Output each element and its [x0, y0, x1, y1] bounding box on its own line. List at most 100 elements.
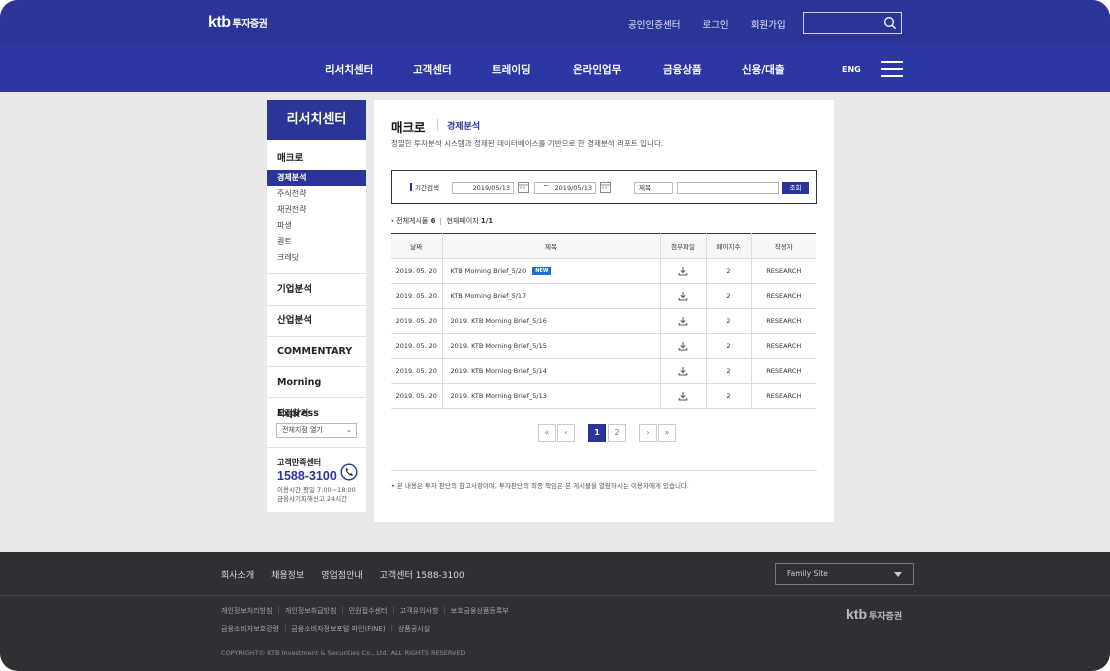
- table-row[interactable]: 2019. 05. 20 2019. KTB Morning Brief_5/14…: [391, 358, 816, 384]
- table-row[interactable]: 2019. 05. 20 2019. KTB Morning Brief_5/15…: [391, 333, 816, 359]
- nav-customer[interactable]: 고객센터: [413, 62, 452, 77]
- row-title: 2019. KTB Morning Brief_5/15: [450, 342, 547, 350]
- row-date: 2019. 05. 20: [391, 283, 442, 309]
- row-pages: 2: [705, 358, 751, 384]
- keyword-input[interactable]: [677, 182, 779, 194]
- logo-main: ktb: [208, 14, 231, 31]
- download-icon[interactable]: [678, 291, 688, 301]
- download-icon[interactable]: [678, 266, 688, 276]
- nav-trading[interactable]: 트레이딩: [492, 62, 531, 77]
- row-date: 2019. 05. 20: [391, 308, 442, 334]
- date-to-input[interactable]: 2019/05/13: [534, 182, 596, 194]
- policy-link[interactable]: 개인정보처리방침: [221, 606, 273, 616]
- calendar-icon[interactable]: [600, 181, 611, 193]
- row-pages: 2: [705, 258, 751, 284]
- sidebar-section-macro[interactable]: 매크로: [267, 140, 366, 164]
- policy-links-row2: 금융소비자보호강령 | 금융소비자정보포털 파인(FINE) | 상품공시실: [221, 624, 430, 634]
- family-site-select[interactable]: Family Site: [775, 563, 914, 585]
- row-title-link[interactable]: 2019. KTB Morning Brief_5/16: [441, 308, 660, 334]
- last-page-button[interactable]: »: [658, 424, 676, 442]
- lang-eng-link[interactable]: ENG: [842, 65, 861, 74]
- page-2-button[interactable]: 2: [608, 424, 626, 442]
- sidebar-item-company[interactable]: 기업분석: [267, 273, 366, 305]
- nav-research[interactable]: 리서치센터: [325, 62, 373, 77]
- nav-credit[interactable]: 신용/대출: [742, 62, 784, 77]
- table-row[interactable]: 2019. 05. 20 2019. KTB Morning Brief_5/13…: [391, 383, 816, 409]
- row-author: RESEARCH: [750, 358, 816, 384]
- hamburger-menu-icon[interactable]: [881, 61, 903, 77]
- policy-link[interactable]: 상품공시실: [398, 624, 430, 634]
- row-title-link[interactable]: KTB Morning Brief_5/20 NEW: [441, 258, 660, 284]
- row-title-link[interactable]: KTB Morning Brief_5/17: [441, 283, 660, 309]
- policy-link[interactable]: 보호금융상품등록부: [451, 606, 509, 616]
- col-author: 작성자: [750, 233, 816, 259]
- nav-online[interactable]: 온라인업무: [573, 62, 621, 77]
- current-page-label: 현재페이지: [446, 217, 479, 225]
- calendar-icon[interactable]: [518, 181, 529, 193]
- ktb-logo[interactable]: ktb 투자증권: [208, 14, 268, 32]
- sidebar-item-derivatives[interactable]: 파생: [267, 218, 366, 234]
- cert-center-link[interactable]: 공인인증센터: [628, 17, 680, 31]
- phone-icon: [340, 463, 358, 481]
- footer-link-careers[interactable]: 채용정보: [271, 568, 304, 581]
- sidebar-item-commentary[interactable]: COMMENTARY: [267, 336, 366, 366]
- search-input[interactable]: [804, 15, 880, 35]
- row-attachment[interactable]: [659, 308, 706, 334]
- row-title-link[interactable]: 2019. KTB Morning Brief_5/15: [441, 333, 660, 359]
- row-attachment[interactable]: [659, 383, 706, 409]
- search-field-select[interactable]: 제목: [634, 182, 673, 194]
- sidebar-item-economic[interactable]: 경제분석: [267, 170, 366, 186]
- sidebar-item-bond-strategy[interactable]: 채권전략: [267, 202, 366, 218]
- download-icon[interactable]: [678, 391, 688, 401]
- row-attachment[interactable]: [659, 283, 706, 309]
- sidebar-item-quant[interactable]: 퀀트: [267, 234, 366, 250]
- prev-page-button[interactable]: ‹: [557, 424, 575, 442]
- sidebar-item-morning-express[interactable]: Morning Express: [267, 366, 366, 419]
- first-page-button[interactable]: «: [538, 424, 556, 442]
- date-from-input[interactable]: 2019/05/13: [452, 182, 514, 194]
- disclaimer-note: • 본 내용은 투자 판단의 참고사항이며, 투자판단의 최종 책임은 본 게시…: [391, 482, 689, 490]
- search-icon[interactable]: [883, 16, 897, 30]
- policy-separator: |: [283, 624, 287, 632]
- disclaimer-text: 본 내용은 투자 판단의 참고사항이며, 투자판단의 최종 책임은 본 게시물을…: [396, 482, 689, 490]
- policy-link[interactable]: 금융소비자정보포털 파인(FINE): [291, 624, 385, 634]
- table-header-row: 날짜 제목 첨부파일 페이지수 작성자: [391, 233, 816, 259]
- row-attachment[interactable]: [659, 358, 706, 384]
- table-row[interactable]: 2019. 05. 20 2019. KTB Morning Brief_5/16…: [391, 308, 816, 334]
- page-1-button[interactable]: 1: [588, 424, 606, 442]
- top-links: 공인인증센터 로그인 회원가입: [628, 17, 786, 31]
- signup-link[interactable]: 회원가입: [751, 17, 786, 31]
- sidebar-item-industry[interactable]: 산업분석: [267, 305, 366, 336]
- policy-link[interactable]: 개인정보취급방침: [285, 606, 337, 616]
- policy-link[interactable]: 금융소비자보호강령: [221, 624, 279, 634]
- row-date: 2019. 05. 20: [391, 383, 442, 409]
- sidebar-item-credit[interactable]: 크레딧: [267, 250, 366, 266]
- sidebar: 리서치센터 매크로 경제분석 주식전략 채권전략 파생 퀀트 크레딧 기업분석 …: [267, 100, 366, 512]
- next-page-button[interactable]: ›: [639, 424, 657, 442]
- policy-link[interactable]: 고객유의사항: [400, 606, 439, 616]
- page-description: 정밀한 투자분석 시스템과 정제된 데이터베이스를 기반으로 한 경제분석 리포…: [391, 139, 664, 148]
- row-title: 2019. KTB Morning Brief_5/14: [450, 367, 547, 375]
- footer-link-about[interactable]: 회사소개: [221, 568, 254, 581]
- row-attachment[interactable]: [659, 333, 706, 359]
- table-row[interactable]: 2019. 05. 20 KTB Morning Brief_5/20 NEW 2 RE…: [391, 258, 816, 284]
- sidebar-item-equity-strategy[interactable]: 주식전략: [267, 186, 366, 202]
- policy-link[interactable]: 민원접수센터: [349, 606, 388, 616]
- policy-separator: |: [443, 606, 446, 614]
- nav-products[interactable]: 금융상품: [663, 62, 702, 77]
- download-icon[interactable]: [678, 341, 688, 351]
- login-link[interactable]: 로그인: [702, 17, 728, 31]
- search-submit-button[interactable]: 조회: [782, 182, 809, 194]
- footer-links: 회사소개 채용정보 영업점안내 고객센터 1588-3100: [221, 568, 465, 581]
- branch-select[interactable]: 전체지점 열기 ⌄: [276, 423, 357, 438]
- footer-link-support[interactable]: 고객센터 1588-3100: [380, 568, 465, 581]
- download-icon[interactable]: [678, 366, 688, 376]
- download-icon[interactable]: [678, 316, 688, 326]
- row-title-link[interactable]: 2019. KTB Morning Brief_5/13: [441, 383, 660, 409]
- table-row[interactable]: 2019. 05. 20 KTB Morning Brief_5/17 2 RESEA…: [391, 283, 816, 309]
- footer-link-branches[interactable]: 영업점안내: [321, 568, 362, 581]
- col-title: 제목: [441, 233, 660, 259]
- row-title-link[interactable]: 2019. KTB Morning Brief_5/14: [441, 358, 660, 384]
- row-attachment[interactable]: [659, 258, 706, 284]
- page-subtitle: 경제분석: [447, 122, 481, 132]
